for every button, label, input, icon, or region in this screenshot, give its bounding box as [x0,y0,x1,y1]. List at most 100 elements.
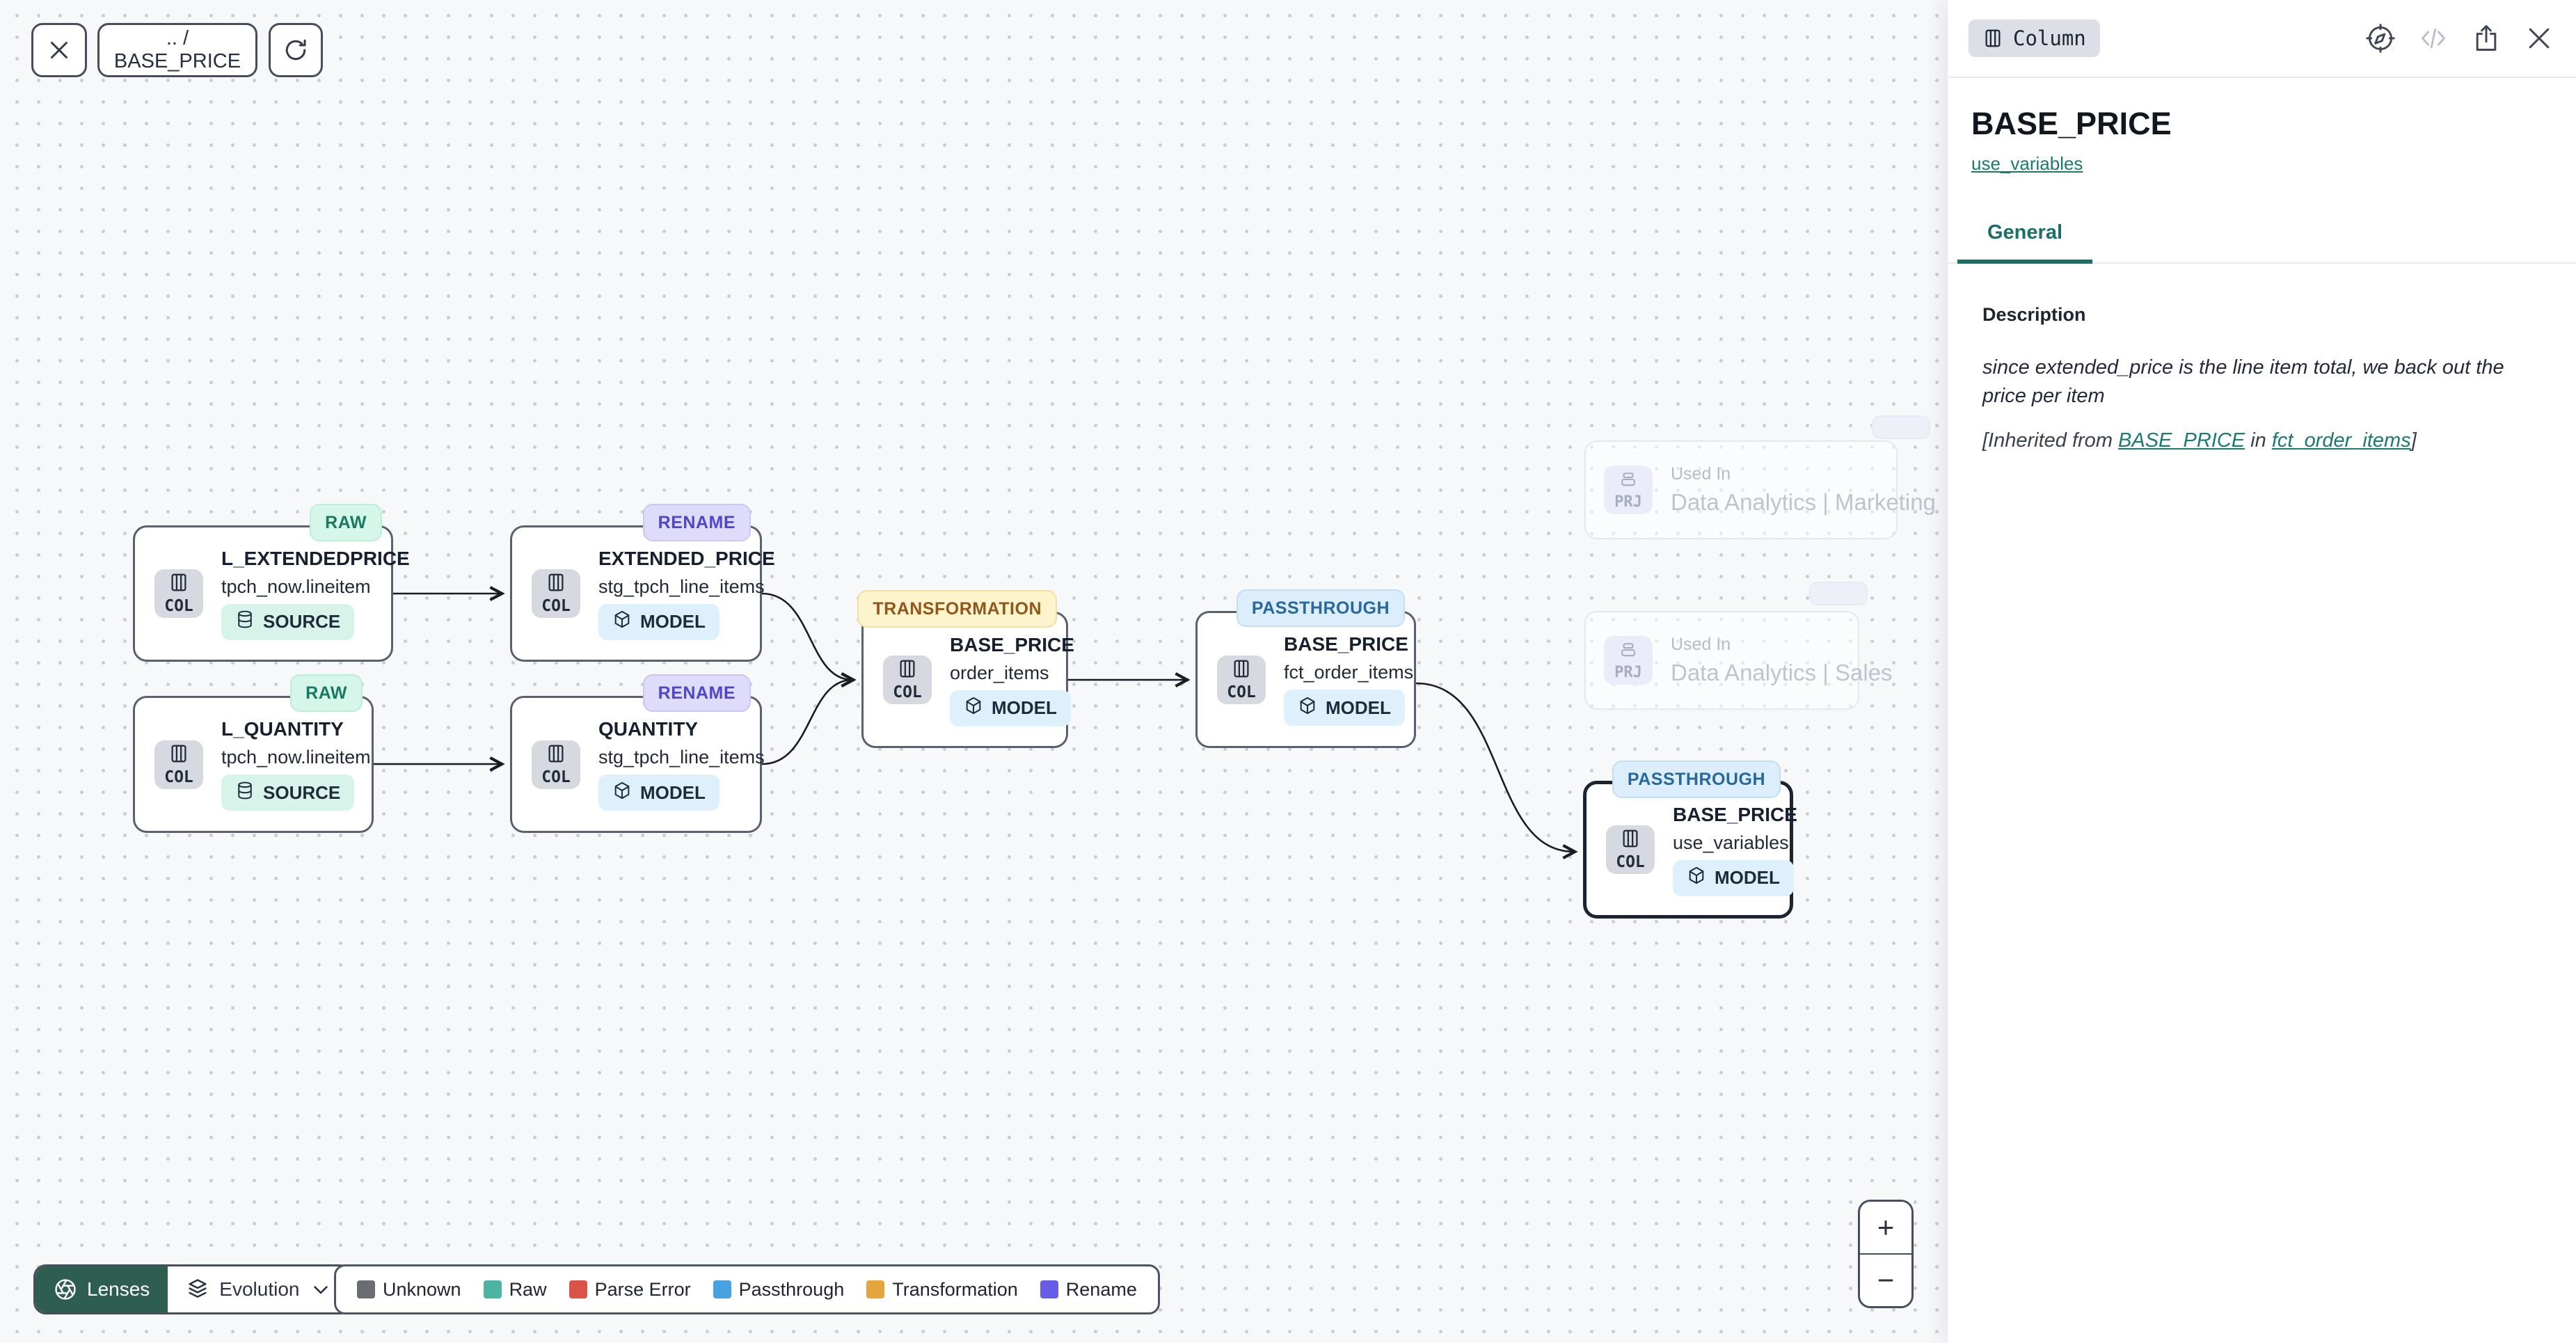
layers-icon [186,1278,209,1301]
zoom-controls: + − [1858,1200,1914,1308]
inherited-column-link[interactable]: BASE_PRICE [2118,429,2245,452]
legend-swatch [713,1280,731,1298]
columns-icon [546,743,566,768]
close-icon [2524,23,2554,54]
lineage-node[interactable]: TRANSFORMATION COL BASE_PRICE order_item… [861,612,1068,748]
zoom-in-button[interactable]: + [1860,1202,1911,1255]
node-subtitle: fct_order_items [1284,662,1403,683]
lenses-button[interactable]: Lenses [35,1266,168,1312]
view-code-button[interactable] [2417,22,2449,54]
legend-item: Parse Error [569,1279,691,1301]
legend-item: Rename [1040,1279,1137,1301]
used-in-label: Used In [1671,464,1936,484]
share-button[interactable] [2470,22,2502,54]
legend-item: Transformation [866,1279,1018,1301]
node-title: QUANTITY [598,718,749,740]
column-type-chip: COL [1606,825,1655,874]
model-link[interactable]: use_variables [1971,153,2083,175]
evolution-label: Evolution [219,1278,299,1301]
column-type-chip: COL [1217,655,1266,704]
legend-label: Unknown [383,1279,461,1301]
lineage-node[interactable]: RAW COL L_QUANTITY tpch_now.lineitem SOU… [133,696,374,833]
used-in-node[interactable]: PRJ Used In Data Analytics | Sales [1584,611,1859,710]
column-type-label: COL [164,768,193,786]
column-type-label: COL [164,597,193,615]
columns-icon [168,572,189,596]
evolution-legend: Unknown Raw Parse Error Passthrough Tran… [334,1264,1160,1314]
legend-label: Raw [509,1279,547,1301]
node-kind-chip: MODEL [1673,860,1794,896]
close-panel-button[interactable] [2523,22,2555,54]
node-kind-label: MODEL [1715,867,1780,889]
entity-type-label: Column [2013,26,2086,50]
code-icon [2418,23,2449,54]
node-title: BASE_PRICE [1673,804,1779,826]
used-in-label: Used In [1671,635,1893,655]
compass-icon [2365,23,2396,54]
lineage-node[interactable]: PASSTHROUGH COL BASE_PRICE use_variables… [1583,781,1793,919]
chevron-down-icon [309,1278,333,1301]
column-type-label: COL [893,683,922,701]
evolution-lens-dropdown[interactable]: Evolution [168,1266,351,1312]
cube-icon [612,781,632,805]
panel-header: Column [1948,0,2576,78]
node-subtitle: stg_tpch_line_items [598,576,749,598]
lineage-node[interactable]: RAW COL L_EXTENDEDPRICE tpch_now.lineite… [133,525,393,662]
lineage-node[interactable]: RENAME COL QUANTITY stg_tpch_line_items … [510,696,762,833]
node-title: BASE_PRICE [950,634,1055,656]
node-title: BASE_PRICE [1284,633,1403,655]
lineage-canvas[interactable]: .. / BASE_PRICE RAW COL L_EXTENDEDPRICE … [0,0,1947,1343]
project-icon [1619,640,1638,663]
detail-panel: Column [1947,0,2576,1343]
legend-item: Raw [484,1279,547,1301]
node-kind-label: MODEL [640,782,706,804]
columns-icon [1231,658,1252,683]
column-type-chip: COL [154,569,203,618]
lineage-edge [762,680,852,764]
node-kind-chip: SOURCE [221,774,354,811]
entity-type-badge: Column [1969,19,2100,57]
description-body: since extended_price is the line item to… [1982,353,2541,410]
used-in-node[interactable]: PRJ Used In Data Analytics | Marketing [1584,440,1898,539]
legend-swatch [569,1280,587,1298]
lineage-node[interactable]: RENAME COL EXTENDED_PRICE stg_tpch_line_… [510,525,762,662]
share-icon [2471,23,2502,54]
column-type-label: COL [541,597,571,615]
cube-icon [612,610,632,634]
node-kind-label: MODEL [992,697,1057,719]
node-kind-chip: MODEL [950,690,1071,726]
node-kind-label: SOURCE [263,611,340,633]
inherited-prefix: [Inherited from [1982,429,2118,452]
legend-label: Rename [1066,1279,1137,1301]
node-title: EXTENDED_PRICE [598,548,749,570]
columns-icon [546,572,566,596]
explore-button[interactable] [2364,22,2396,54]
panel-tabs: General [1948,221,2576,264]
node-subtitle: order_items [950,662,1055,684]
columns-icon [897,658,918,683]
description-heading: Description [1982,304,2541,326]
node-kind-chip: MODEL [1284,690,1405,726]
node-kind-chip: MODEL [598,604,719,640]
cube-icon [1298,696,1317,720]
node-subtitle: stg_tpch_line_items [598,747,749,768]
used-in-name: Data Analytics | Sales [1671,660,1893,686]
column-type-chip: COL [532,740,580,789]
inherited-model-link[interactable]: fct_order_items [2272,429,2411,452]
tab-general[interactable]: General [1957,221,2092,264]
legend-label: Passthrough [739,1279,845,1301]
column-type-chip: COL [532,569,580,618]
database-icon [235,781,255,805]
columns-icon [168,743,189,768]
ghost-evolution-badge [1872,415,1930,439]
node-kind-label: SOURCE [263,782,340,804]
inherited-suffix: ] [2411,429,2417,452]
node-title: L_QUANTITY [221,718,360,740]
inherited-note: [Inherited from BASE_PRICE in fct_order_… [1982,429,2541,452]
columns-icon [1982,28,2003,49]
column-type-chip: COL [154,740,203,789]
lineage-node[interactable]: PASSTHROUGH COL BASE_PRICE fct_order_ite… [1195,611,1416,748]
zoom-out-button[interactable]: − [1860,1255,1911,1306]
legend-swatch [357,1280,375,1298]
node-subtitle: tpch_now.lineitem [221,576,380,598]
